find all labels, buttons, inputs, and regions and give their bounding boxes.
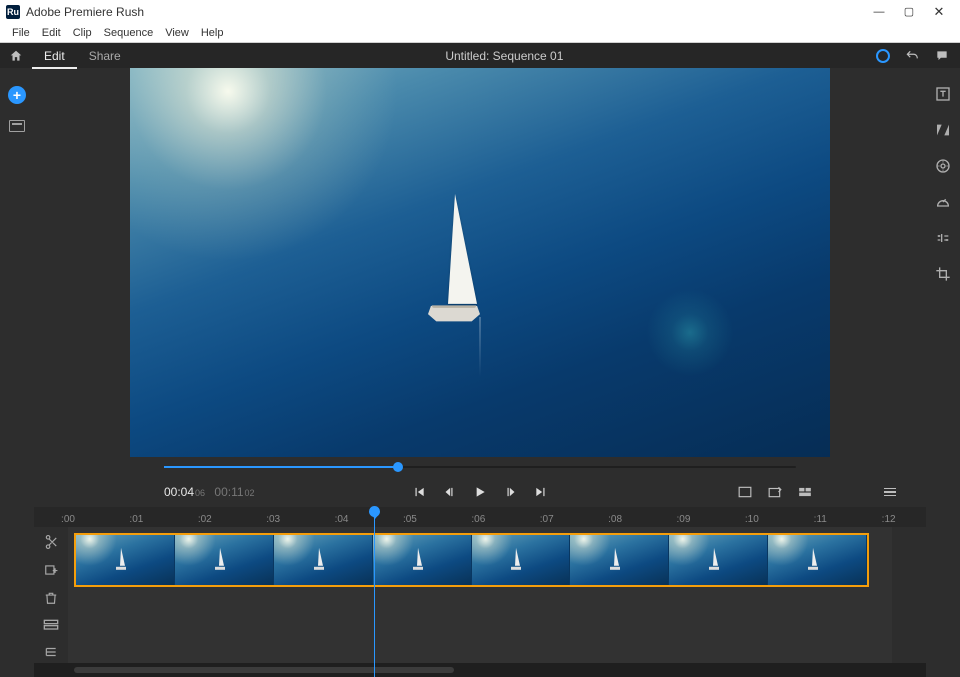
preview-wrap (34, 68, 926, 457)
timecode-current-frames: 06 (195, 488, 205, 498)
track-list-icon[interactable] (44, 645, 58, 659)
sync-status-icon[interactable] (876, 49, 890, 63)
transport-controls: 00:0406 00:1102 (34, 477, 926, 507)
clip-thumbnail (472, 535, 571, 585)
speed-icon[interactable] (935, 194, 951, 210)
window-maximize-button[interactable]: ▢ (894, 0, 924, 24)
clip-thumbnail (175, 535, 274, 585)
add-media-button[interactable]: + (8, 86, 26, 104)
home-button[interactable] (0, 49, 32, 63)
step-forward-icon[interactable] (504, 485, 518, 499)
menu-bar: File Edit Clip Sequence View Help (0, 24, 960, 43)
add-track-icon[interactable] (43, 563, 59, 577)
document-title: Untitled: Sequence 01 (133, 49, 876, 63)
window-close-button[interactable]: ✕ (924, 0, 954, 24)
scissors-icon[interactable] (43, 535, 59, 549)
trash-icon[interactable] (44, 591, 58, 605)
main-area: + (0, 68, 960, 677)
window-minimize-button[interactable]: — (864, 0, 894, 24)
video-clip-selected[interactable] (74, 533, 869, 587)
tab-share[interactable]: Share (77, 43, 133, 68)
clip-thumbnail (570, 535, 669, 585)
app-icon: Ru (6, 5, 20, 19)
menu-edit[interactable]: Edit (36, 27, 67, 39)
timecode: 00:0406 00:1102 (164, 485, 255, 499)
comment-icon[interactable] (934, 49, 950, 63)
timeline-scrollbar-thumb[interactable] (74, 667, 454, 673)
ruler-tick: :12 (882, 514, 896, 525)
preview-scrub-bar[interactable] (34, 457, 926, 477)
ruler-tick: :05 (403, 514, 417, 525)
ruler-tick: :02 (198, 514, 212, 525)
menu-view[interactable]: View (159, 27, 195, 39)
undo-icon[interactable] (904, 49, 920, 63)
ruler-tick: :01 (129, 514, 143, 525)
play-icon[interactable] (472, 484, 488, 500)
left-toolbar: + (0, 68, 34, 677)
window-title: Adobe Premiere Rush (26, 5, 144, 19)
timecode-duration: 00:11 (214, 485, 243, 499)
preview-wake (479, 317, 481, 377)
clip-thumbnail (768, 535, 867, 585)
timeline-scrollbar[interactable] (34, 663, 926, 677)
ruler-tick: :04 (335, 514, 349, 525)
timeline-tools (34, 527, 68, 663)
timeline-right-gutter (892, 527, 926, 663)
clip-thumbnail (669, 535, 768, 585)
video-preview[interactable] (130, 68, 830, 457)
video-track[interactable] (68, 527, 892, 593)
loop-icon[interactable] (768, 486, 782, 498)
ruler-tick: :10 (745, 514, 759, 525)
timecode-duration-frames: 02 (245, 488, 255, 498)
audio-icon[interactable] (935, 230, 951, 246)
ruler-tick: :08 (608, 514, 622, 525)
ruler-tick: :07 (540, 514, 554, 525)
fullscreen-icon[interactable] (738, 486, 752, 498)
timeline (34, 527, 926, 663)
expand-tracks-icon[interactable] (43, 619, 59, 631)
preview-boat (454, 193, 506, 321)
crop-icon[interactable] (935, 266, 951, 282)
center-column: 00:0406 00:1102 (34, 68, 926, 677)
menu-help[interactable]: Help (195, 27, 230, 39)
go-to-start-icon[interactable] (412, 485, 426, 499)
titles-icon[interactable] (935, 86, 951, 102)
project-panel-icon[interactable] (9, 120, 25, 132)
menu-clip[interactable]: Clip (67, 27, 98, 39)
track-display-icon[interactable] (798, 486, 812, 498)
ruler-tick: :11 (814, 514, 827, 525)
transitions-icon[interactable] (935, 122, 951, 138)
app-root: Ru Adobe Premiere Rush — ▢ ✕ File Edit C… (0, 0, 960, 677)
go-to-end-icon[interactable] (534, 485, 548, 499)
scrub-track[interactable] (164, 466, 796, 468)
tab-edit[interactable]: Edit (32, 43, 77, 68)
menu-sequence[interactable]: Sequence (98, 27, 160, 39)
scrub-handle[interactable] (393, 462, 403, 472)
timeline-options-icon[interactable] (884, 488, 896, 497)
right-toolbar (926, 68, 960, 677)
ruler-tick: :06 (471, 514, 485, 525)
scrub-progress (164, 466, 398, 468)
ruler-tick: :03 (266, 514, 280, 525)
timeline-ruler[interactable]: :00 :01 :02 :03 :04 :05 :06 :07 :08 :09 :10 :11 :12 (34, 507, 926, 527)
playhead-line (374, 507, 375, 677)
clip-thumbnail (274, 535, 373, 585)
color-icon[interactable] (935, 158, 951, 174)
timecode-current: 00:04 (164, 485, 194, 499)
timeline-main[interactable] (68, 527, 892, 663)
ruler-tick: :00 (61, 514, 75, 525)
ruler-tick: :09 (677, 514, 691, 525)
clip-thumbnail (373, 535, 472, 585)
window-titlebar: Ru Adobe Premiere Rush — ▢ ✕ (0, 0, 960, 24)
timeline-empty-area[interactable] (68, 593, 892, 663)
menu-file[interactable]: File (6, 27, 36, 39)
tab-share-label: Share (89, 49, 121, 63)
home-icon (9, 49, 23, 63)
step-back-icon[interactable] (442, 485, 456, 499)
clip-thumbnail (76, 535, 175, 585)
app-top-bar: Edit Share Untitled: Sequence 01 (0, 43, 960, 68)
tab-edit-label: Edit (44, 49, 65, 63)
